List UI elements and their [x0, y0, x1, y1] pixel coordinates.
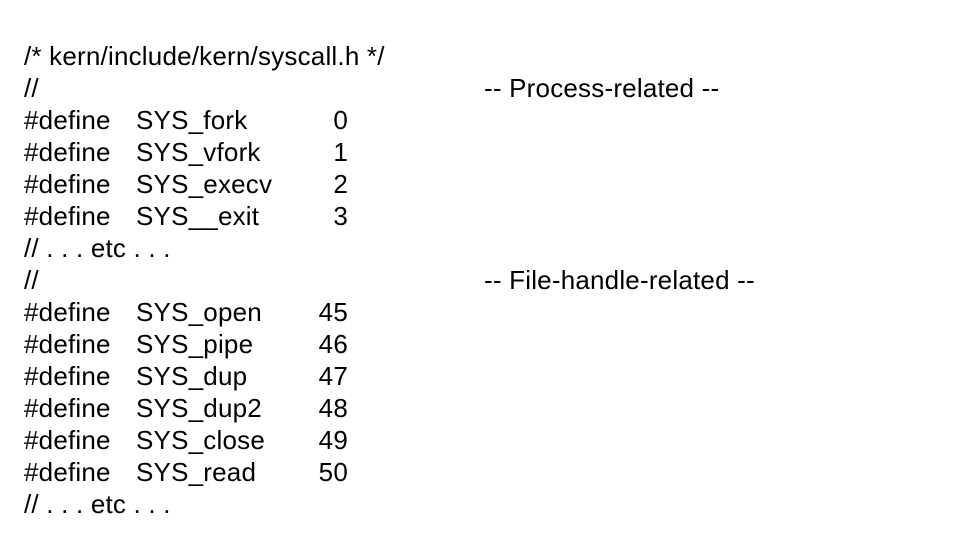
define-sys-exit: #defineSYS__exit3 — [24, 201, 348, 231]
define-value: 47 — [316, 360, 348, 392]
define-value: 1 — [316, 136, 348, 168]
define-sys-read: #defineSYS_read50 — [24, 457, 348, 487]
define-sys-pipe: #defineSYS_pipe46 — [24, 329, 348, 359]
comment-slashes: // — [24, 264, 484, 296]
define-value: 46 — [316, 328, 348, 360]
define-keyword: #define — [24, 424, 136, 456]
define-sys-dup2: #defineSYS_dup248 — [24, 393, 348, 423]
code-listing: /* kern/include/kern/syscall.h */ //-- P… — [0, 0, 960, 540]
define-value: 3 — [316, 200, 348, 232]
define-keyword: #define — [24, 136, 136, 168]
define-name: SYS_open — [136, 296, 316, 328]
define-sys-close: #defineSYS_close49 — [24, 425, 348, 455]
define-value: 45 — [316, 296, 348, 328]
file-header-comment: /* kern/include/kern/syscall.h */ — [24, 41, 385, 71]
section-label: -- Process-related -- — [484, 73, 719, 103]
define-keyword: #define — [24, 296, 136, 328]
section-process-related: //-- Process-related -- — [24, 73, 719, 103]
define-sys-open: #defineSYS_open45 — [24, 297, 348, 327]
define-name: SYS_execv — [136, 168, 316, 200]
define-name: SYS_pipe — [136, 328, 316, 360]
etc-comment: // . . . etc . . . — [24, 233, 171, 263]
define-value: 0 — [316, 104, 348, 136]
define-name: SYS_dup — [136, 360, 316, 392]
section-file-handle-related: //-- File-handle-related -- — [24, 265, 755, 295]
define-keyword: #define — [24, 200, 136, 232]
define-name: SYS_close — [136, 424, 316, 456]
define-sys-fork: #defineSYS_fork0 — [24, 105, 348, 135]
define-name: SYS_dup2 — [136, 392, 316, 424]
define-name: SYS__exit — [136, 200, 316, 232]
define-name: SYS_fork — [136, 104, 316, 136]
define-sys-dup: #defineSYS_dup47 — [24, 361, 348, 391]
etc-comment: // . . . etc . . . — [24, 489, 171, 519]
define-value: 2 — [316, 168, 348, 200]
define-keyword: #define — [24, 328, 136, 360]
define-name: SYS_vfork — [136, 136, 316, 168]
define-sys-vfork: #defineSYS_vfork1 — [24, 137, 348, 167]
comment-slashes: // — [24, 72, 484, 104]
section-label: -- File-handle-related -- — [484, 265, 755, 295]
define-value: 48 — [316, 392, 348, 424]
define-value: 50 — [316, 456, 348, 488]
define-keyword: #define — [24, 360, 136, 392]
define-keyword: #define — [24, 392, 136, 424]
define-sys-execv: #defineSYS_execv2 — [24, 169, 348, 199]
define-keyword: #define — [24, 168, 136, 200]
define-name: SYS_read — [136, 456, 316, 488]
define-keyword: #define — [24, 104, 136, 136]
define-value: 49 — [316, 424, 348, 456]
define-keyword: #define — [24, 456, 136, 488]
